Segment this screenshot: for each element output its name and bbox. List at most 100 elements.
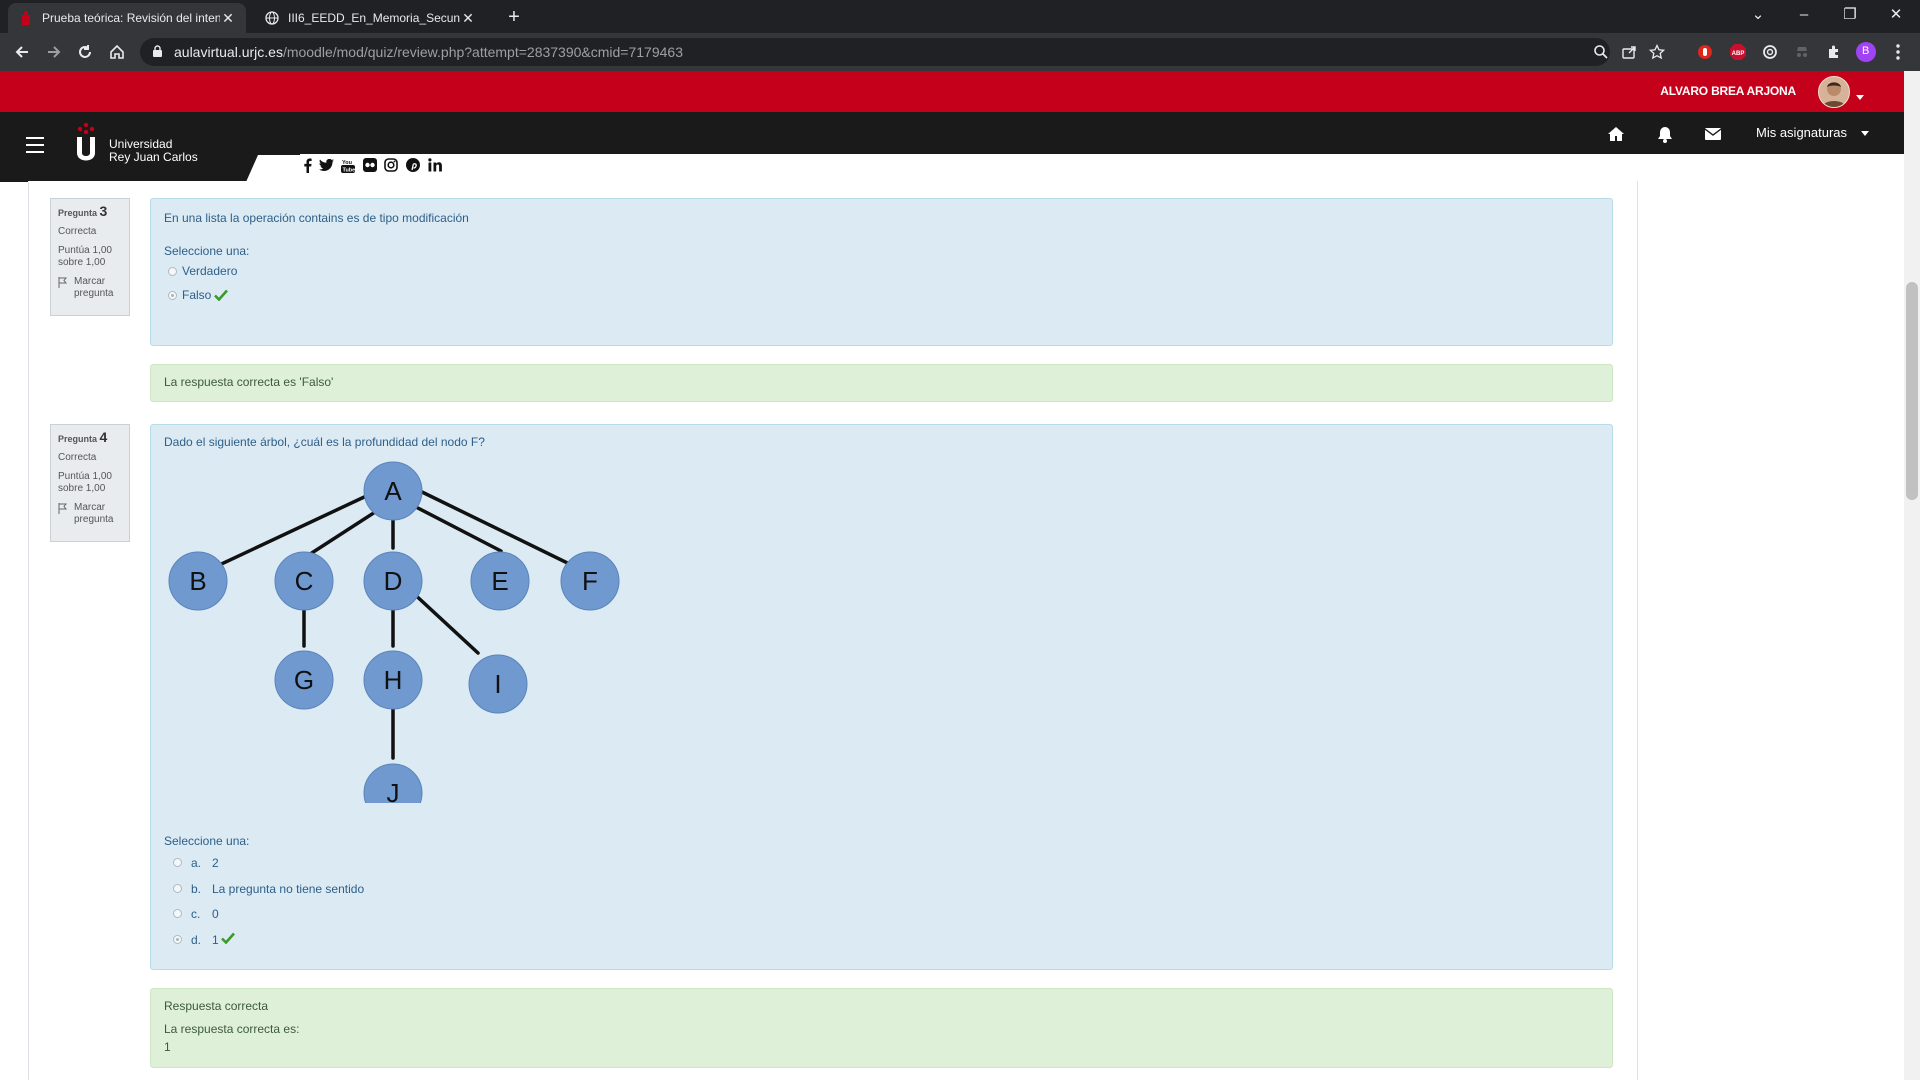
mis-asignaturas-label: Mis asignaturas [1756, 125, 1848, 140]
mis-asignaturas-menu[interactable]: Mis asignaturas [1756, 125, 1869, 140]
option-label: 0 [212, 907, 219, 921]
tree-diagram: A B C D E F G H I J [168, 461, 620, 803]
address-bar[interactable]: aulavirtual.urjc.es/moodle/mod/quiz/revi… [140, 38, 1666, 66]
grade-line1: Puntúa 1,00 [58, 471, 112, 482]
tab-eedd-memoria[interactable]: III6_EEDD_En_Memoria_Secundar ✕ [254, 3, 486, 33]
profile-avatar-icon[interactable]: B [1856, 42, 1876, 62]
question-info-q3: Pregunta 3 Correcta Puntúa 1,00 sobre 1,0… [50, 198, 130, 316]
browser-menu-icon[interactable] [1888, 42, 1908, 62]
openai-extension-icon[interactable] [1760, 42, 1780, 62]
radio-verdadero[interactable] [168, 267, 177, 276]
home-icon[interactable] [104, 39, 130, 65]
question-grade: Puntúa 1,00 sobre 1,00 [58, 471, 122, 495]
grade-line2: sobre 1,00 [58, 257, 106, 268]
url-path: /moodle/mod/quiz/review.php?attempt=2837… [282, 44, 683, 60]
lock-icon[interactable] [152, 45, 163, 63]
radio-option-c[interactable] [173, 909, 182, 918]
back-arrow-icon[interactable] [9, 39, 35, 65]
globe-icon [264, 10, 280, 26]
extensions-puzzle-icon[interactable] [1824, 42, 1844, 62]
radio-option-d[interactable] [173, 935, 182, 944]
correct-check-icon [221, 932, 235, 944]
messages-envelope-icon[interactable] [1703, 124, 1723, 144]
flag-icon [58, 503, 68, 514]
youtube-icon[interactable]: You Tube [340, 157, 356, 173]
home-nav-icon[interactable] [1606, 124, 1626, 144]
tab-search-chevron-icon[interactable]: ⌄ [1735, 0, 1781, 32]
red-hand-extension-icon[interactable] [1695, 42, 1715, 62]
flag-line2: pregunta [74, 514, 114, 525]
option-letter: a. [191, 856, 202, 870]
edge-a-e [412, 504, 503, 553]
pinterest-icon[interactable] [405, 157, 421, 173]
tab-title: III6_EEDD_En_Memoria_Secundar [288, 11, 460, 25]
dropdown-caret-icon [1860, 131, 1869, 137]
page-scrollbar[interactable] [1904, 71, 1920, 1080]
notifications-bell-icon[interactable] [1655, 124, 1675, 144]
flag-line2: pregunta [74, 288, 114, 299]
bookmark-star-icon[interactable] [1648, 43, 1666, 65]
close-window-button[interactable]: ✕ [1873, 0, 1919, 32]
flickr-icon[interactable] [362, 157, 378, 173]
close-tab-icon[interactable]: ✕ [220, 10, 236, 26]
url-host: aulavirtual.urjc.es [174, 44, 283, 60]
user-bar: ALVARO BREA ARJONA [0, 71, 1904, 112]
question-text: En una lista la operación contains es de… [164, 211, 469, 225]
option-letter: d. [191, 933, 202, 947]
question-grade: Puntúa 1,00 sobre 1,00 [58, 245, 122, 269]
option-label: 2 [212, 856, 219, 870]
facebook-icon[interactable] [299, 157, 315, 173]
restore-button[interactable]: ❐ [1827, 0, 1873, 32]
radio-falso[interactable] [168, 291, 177, 300]
minimize-button[interactable]: – [1781, 0, 1827, 32]
zoom-icon[interactable] [1593, 44, 1609, 65]
question-number-value: 4 [99, 429, 108, 445]
question-content-q4: Dado el siguiente árbol, ¿cuál es la pro… [150, 424, 1613, 970]
flag-question-link[interactable]: Marcar pregunta [58, 502, 122, 526]
new-tab-button[interactable]: + [502, 6, 526, 30]
tree-node-label: H [384, 665, 403, 695]
twitter-icon[interactable] [318, 157, 334, 173]
question-info-q4: Pregunta 4 Correcta Puntúa 1,00 sobre 1,0… [50, 424, 130, 542]
urjc-logo[interactable] [75, 122, 97, 166]
flag-line1: Marcar [74, 502, 106, 513]
university-line2: Rey Juan Carlos [109, 150, 198, 164]
question-state: Correcta [58, 226, 97, 237]
user-name[interactable]: ALVARO BREA ARJONA [1660, 84, 1796, 98]
user-menu-caret-icon[interactable] [1856, 87, 1864, 105]
radio-option-a[interactable] [173, 858, 182, 867]
scrollbar-thumb[interactable] [1906, 282, 1918, 500]
forward-arrow-icon[interactable] [41, 39, 67, 65]
user-avatar[interactable] [1818, 76, 1850, 108]
select-one-prompt: Seleccione una: [164, 244, 250, 258]
close-tab-icon[interactable]: ✕ [460, 10, 476, 26]
incognito-extension-icon[interactable] [1792, 42, 1812, 62]
share-icon[interactable] [1621, 44, 1637, 65]
grade-line1: Puntúa 1,00 [58, 245, 112, 256]
instagram-icon[interactable] [383, 157, 399, 173]
reload-icon[interactable] [72, 39, 98, 65]
question-state: Correcta [58, 452, 97, 463]
radio-option-b[interactable] [173, 884, 182, 893]
tree-node-label: I [494, 669, 501, 699]
url-text: aulavirtual.urjc.es/moodle/mod/quiz/revi… [174, 44, 683, 60]
question-label: Pregunta [58, 434, 98, 444]
option-label: La pregunta no tiene sentido [212, 882, 365, 896]
option-letter: c. [191, 907, 201, 921]
tree-node-label: E [491, 566, 508, 596]
correct-answer-text: La respuesta correcta es 'Falso' [164, 375, 334, 389]
tree-node-label: D [384, 566, 403, 596]
tab-quiz-review[interactable]: Prueba teórica: Revisión del inten ✕ [8, 3, 246, 33]
tree-node-label: A [384, 476, 402, 506]
question-text: Dado el siguiente árbol, ¿cuál es la pro… [164, 435, 485, 449]
flag-question-link[interactable]: Marcar pregunta [58, 276, 122, 300]
option-label-falso: Falso [182, 288, 212, 302]
profile-letter: B [1862, 45, 1870, 57]
correct-answer-line: La respuesta correcta es: [164, 1022, 300, 1036]
tree-node-label: G [294, 665, 314, 695]
linkedin-icon[interactable] [427, 157, 443, 173]
adblock-plus-icon[interactable]: ABP [1728, 42, 1748, 62]
feedback-q3: La respuesta correcta es 'Falso' [150, 364, 1613, 402]
tree-node-label: J [387, 778, 400, 803]
hamburger-menu-icon[interactable] [26, 137, 44, 153]
